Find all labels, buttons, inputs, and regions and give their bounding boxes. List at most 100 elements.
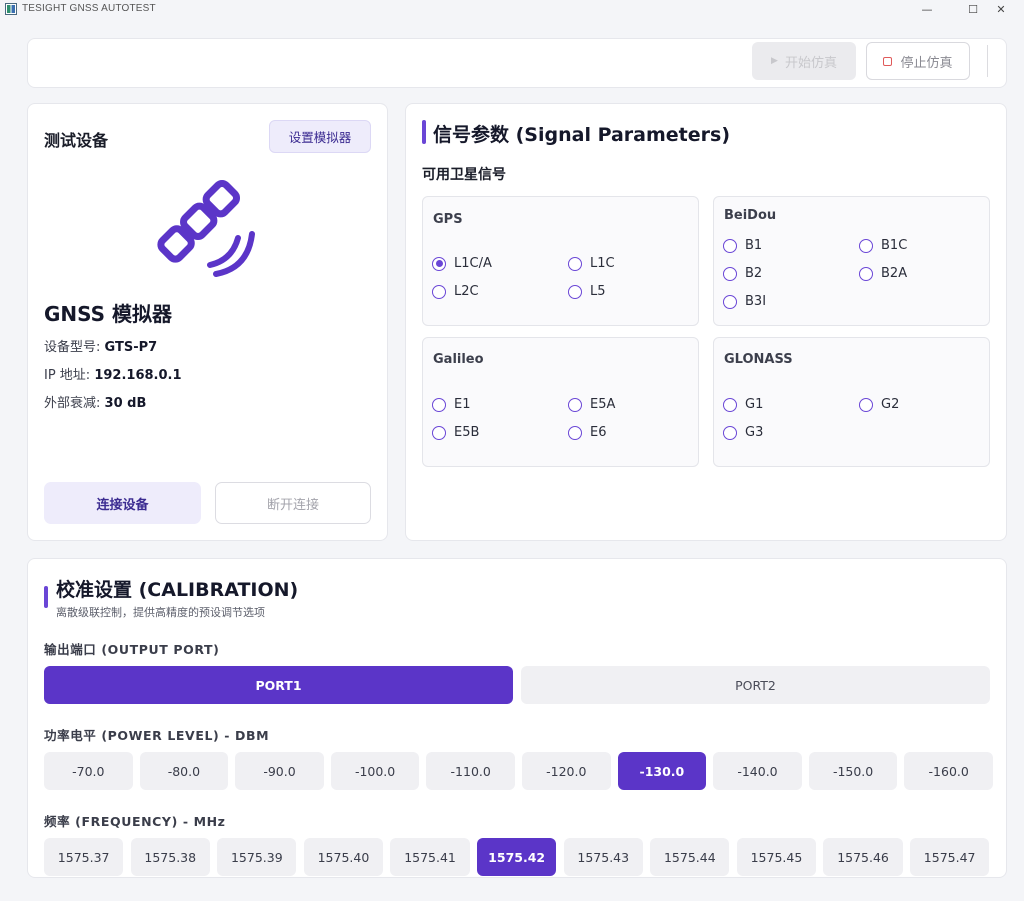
device-attenuation-value: 30 dB bbox=[104, 396, 147, 411]
power-level-option[interactable]: -70.0 bbox=[44, 752, 133, 790]
power-level-option-label: -140.0 bbox=[737, 763, 778, 779]
frequency-option[interactable]: 1575.41 bbox=[390, 838, 470, 876]
power-level-option[interactable]: -80.0 bbox=[139, 752, 229, 790]
beidou-label: BeiDou bbox=[724, 208, 777, 223]
radio-galileo-e5a[interactable]: E5A bbox=[568, 397, 615, 412]
device-ip-row: IP 地址: 192.168.0.1 bbox=[44, 364, 182, 383]
glonass-label: GLONASS bbox=[724, 352, 793, 367]
radio-glonass-g3[interactable]: G3 bbox=[723, 425, 763, 440]
power-level-option-label: -150.0 bbox=[832, 763, 874, 779]
radio-gps-l2c[interactable]: L2C bbox=[432, 284, 479, 299]
app-icon bbox=[5, 3, 17, 15]
minimize-button[interactable]: — bbox=[904, 0, 950, 18]
stop-simulation-button[interactable]: 停止仿真 bbox=[866, 42, 970, 80]
device-ip-key: IP 地址: bbox=[44, 368, 91, 383]
power-level-option[interactable]: -100.0 bbox=[330, 752, 420, 790]
power-level-option[interactable]: -150.0 bbox=[808, 752, 898, 790]
window-titlebar: TESIGHT GNSS AUTOTEST — ☐ ✕ bbox=[0, 0, 1024, 18]
radio-gps-l1ca[interactable]: L1C/A bbox=[432, 256, 492, 271]
connect-device-label: 连接设备 bbox=[96, 497, 149, 513]
radio-unchecked-icon bbox=[568, 397, 582, 412]
disconnect-button[interactable]: 断开连接 bbox=[215, 482, 371, 524]
power-level-option[interactable]: -160.0 bbox=[904, 752, 993, 790]
frequency-option-label: 1575.45 bbox=[750, 849, 803, 865]
device-model-row: 设备型号: GTS-P7 bbox=[44, 336, 157, 355]
frequency-option[interactable]: 1575.45 bbox=[736, 838, 817, 876]
frequency-option[interactable]: 1575.38 bbox=[130, 838, 210, 876]
device-ip-value: 192.168.0.1 bbox=[94, 368, 182, 383]
radio-label: E1 bbox=[454, 397, 471, 412]
calibration-title-accent bbox=[44, 586, 48, 608]
frequency-option-label: 1575.44 bbox=[663, 849, 716, 865]
output-port-label: 输出端口 (OUTPUT PORT) bbox=[44, 642, 220, 657]
radio-glonass-g2[interactable]: G2 bbox=[859, 397, 899, 412]
power-level-option-label: -160.0 bbox=[928, 763, 969, 779]
frequency-label: 频率 (FREQUENCY) - MHz bbox=[44, 814, 226, 829]
power-level-option[interactable]: -140.0 bbox=[713, 752, 802, 790]
power-level-option-label: -90.0 bbox=[263, 763, 296, 779]
frequency-option-label: 1575.39 bbox=[230, 849, 283, 865]
radio-beidou-b1c[interactable]: B1C bbox=[859, 238, 907, 253]
radio-label: L1C/A bbox=[454, 256, 492, 271]
frequency-option[interactable]: 1575.39 bbox=[217, 838, 297, 876]
radio-unchecked-icon bbox=[568, 425, 582, 440]
port2-button[interactable]: PORT2 bbox=[521, 666, 990, 704]
radio-unchecked-icon bbox=[859, 266, 873, 281]
power-level-option-label: -120.0 bbox=[546, 763, 587, 779]
radio-label: L2C bbox=[454, 284, 479, 299]
radio-unchecked-icon bbox=[723, 238, 737, 253]
radio-label: B2 bbox=[745, 266, 763, 281]
available-signals-label: 可用卫星信号 bbox=[422, 167, 506, 183]
radio-label: E5A bbox=[590, 397, 616, 412]
power-level-option-label: -130.0 bbox=[639, 763, 685, 779]
frequency-option[interactable]: 1575.47 bbox=[910, 838, 990, 876]
radio-label: G2 bbox=[881, 397, 900, 412]
device-panel-title: 测试设备 bbox=[44, 131, 109, 150]
power-level-option[interactable]: -130.0 bbox=[617, 752, 707, 790]
set-simulator-button[interactable]: 设置模拟器 bbox=[269, 120, 371, 153]
radio-checked-icon bbox=[432, 256, 446, 271]
close-icon: ✕ bbox=[996, 2, 1006, 16]
frequency-option-label: 1575.37 bbox=[57, 849, 110, 865]
close-button[interactable]: ✕ bbox=[978, 0, 1024, 18]
power-level-option[interactable]: -110.0 bbox=[426, 752, 515, 790]
window-title: TESIGHT GNSS AUTOTEST bbox=[22, 3, 156, 14]
port1-button[interactable]: PORT1 bbox=[44, 666, 513, 704]
frequency-option-label: 1575.40 bbox=[317, 849, 370, 865]
radio-label: L5 bbox=[590, 284, 606, 299]
frequency-option[interactable]: 1575.40 bbox=[303, 838, 384, 876]
stop-simulation-label: 停止仿真 bbox=[900, 55, 953, 71]
frequency-option[interactable]: 1575.43 bbox=[563, 838, 643, 876]
frequency-option-label: 1575.42 bbox=[488, 849, 546, 865]
power-level-option[interactable]: -120.0 bbox=[522, 752, 611, 790]
radio-beidou-b1[interactable]: B1 bbox=[723, 238, 762, 253]
radio-label: L1C bbox=[590, 256, 615, 271]
radio-galileo-e1[interactable]: E1 bbox=[432, 397, 471, 412]
radio-gps-l1c[interactable]: L1C bbox=[568, 256, 615, 271]
start-simulation-button[interactable]: ▶ 开始仿真 bbox=[752, 42, 856, 80]
device-name: GNSS 模拟器 bbox=[44, 302, 173, 326]
radio-beidou-b2a[interactable]: B2A bbox=[859, 266, 907, 281]
power-level-option[interactable]: -90.0 bbox=[235, 752, 324, 790]
port2-label: PORT2 bbox=[735, 677, 776, 693]
radio-label: G3 bbox=[745, 425, 764, 440]
signal-panel-title: 信号参数 (Signal Parameters) bbox=[433, 124, 731, 146]
radio-galileo-e5b[interactable]: E5B bbox=[432, 425, 479, 440]
radio-glonass-g1[interactable]: G1 bbox=[723, 397, 763, 412]
frequency-option[interactable]: 1575.44 bbox=[650, 838, 730, 876]
calibration-title: 校准设置 (CALIBRATION) bbox=[56, 579, 299, 601]
radio-label: B1C bbox=[881, 238, 908, 253]
frequency-option[interactable]: 1575.46 bbox=[823, 838, 903, 876]
frequency-option[interactable]: 1575.37 bbox=[44, 838, 124, 876]
radio-gps-l5[interactable]: L5 bbox=[568, 284, 606, 299]
radio-beidou-b3i[interactable]: B3I bbox=[723, 294, 766, 309]
signal-title-accent bbox=[422, 120, 426, 144]
radio-label: E5B bbox=[454, 425, 480, 440]
galileo-label: Galileo bbox=[433, 352, 484, 367]
frequency-option-label: 1575.41 bbox=[404, 849, 456, 865]
set-simulator-label: 设置模拟器 bbox=[288, 130, 352, 145]
radio-beidou-b2[interactable]: B2 bbox=[723, 266, 762, 281]
radio-galileo-e6[interactable]: E6 bbox=[568, 425, 607, 440]
frequency-option[interactable]: 1575.42 bbox=[477, 838, 557, 876]
connect-device-button[interactable]: 连接设备 bbox=[44, 482, 201, 524]
